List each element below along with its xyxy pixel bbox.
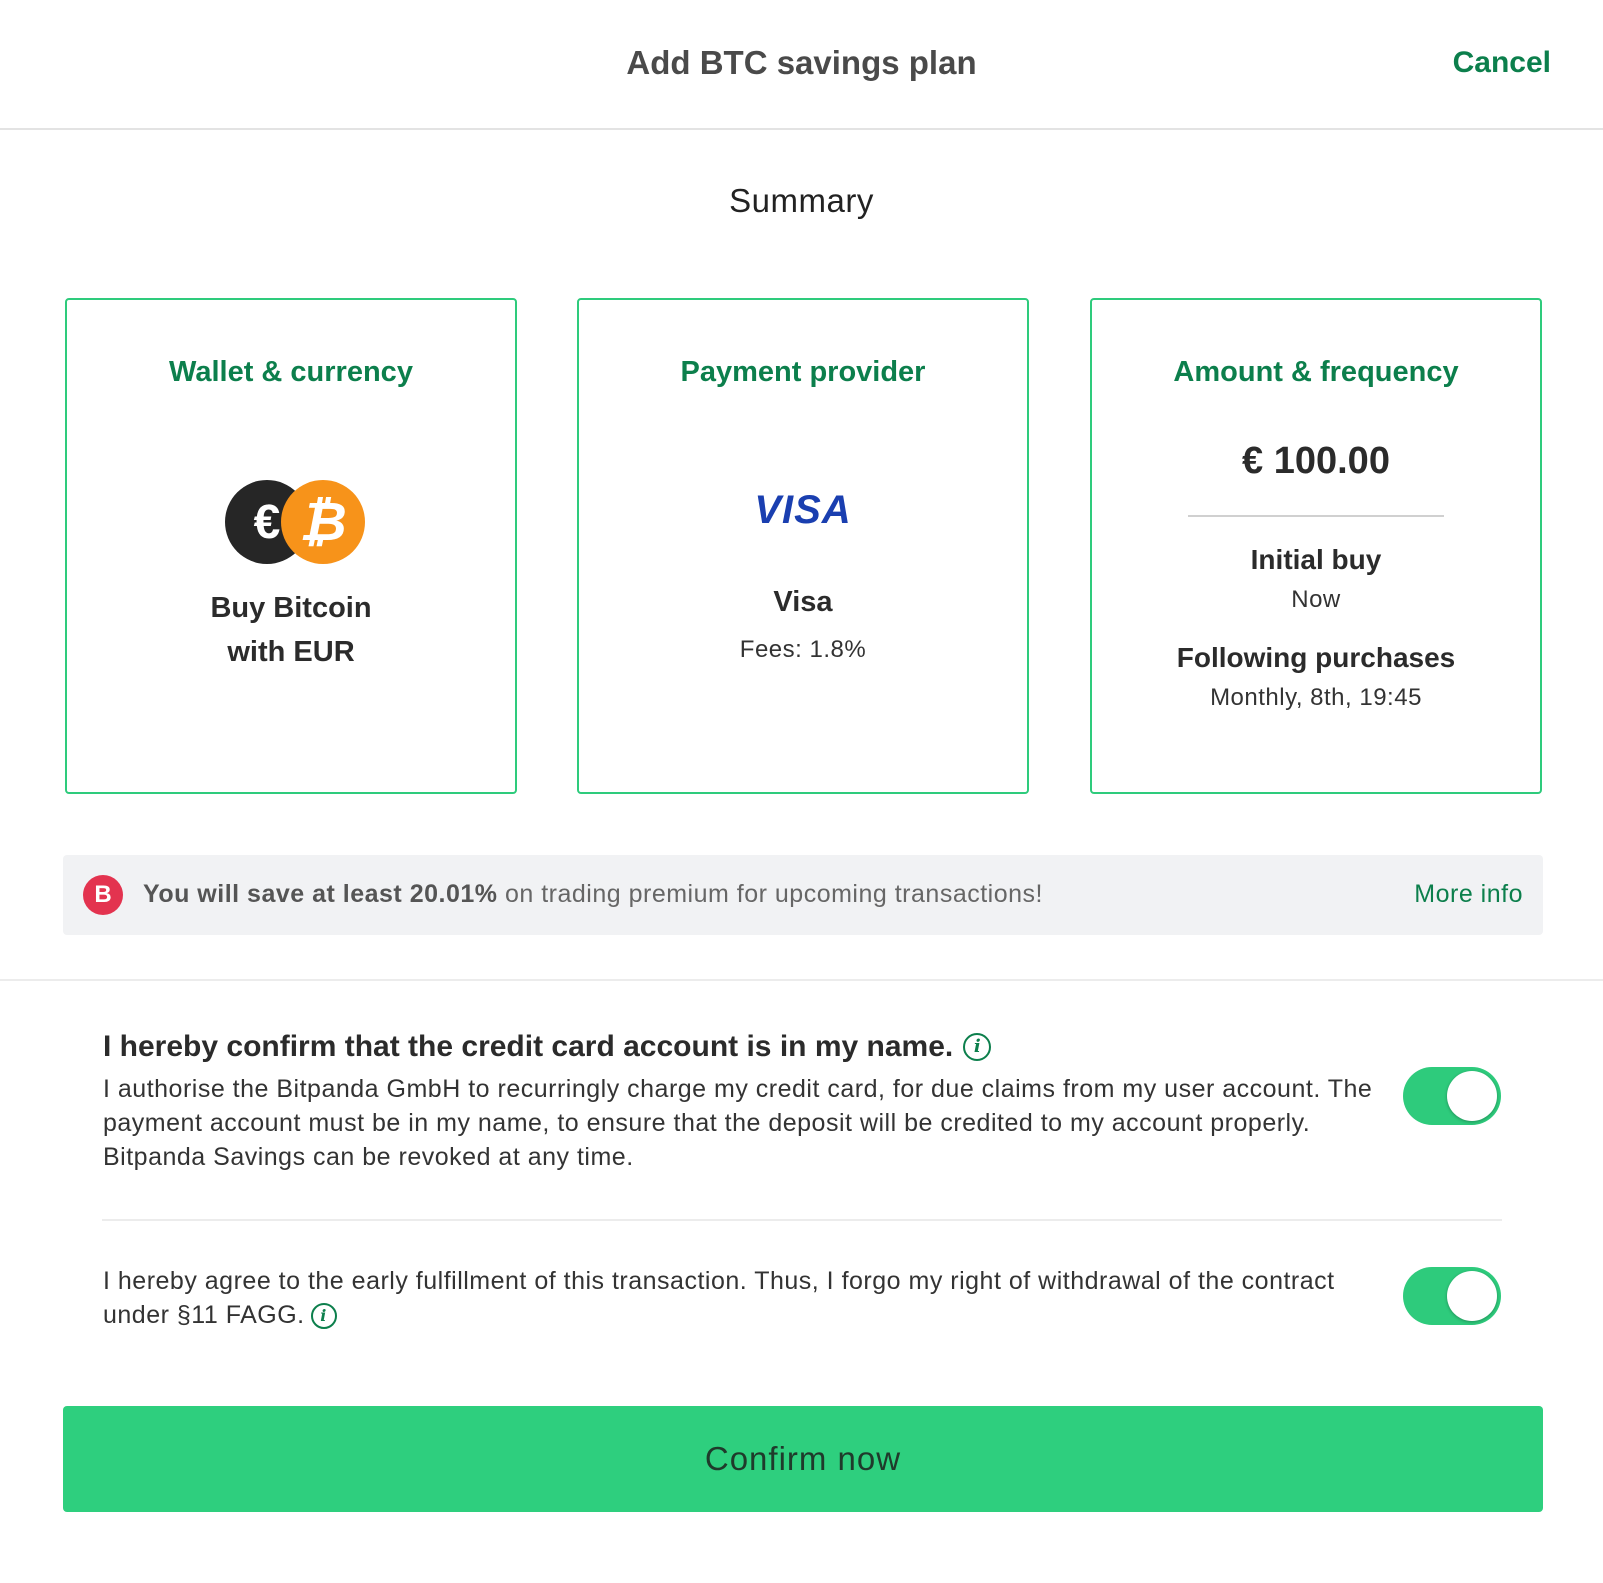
- amount-value: € 100.00: [1242, 440, 1390, 482]
- consent-divider: [102, 1219, 1502, 1221]
- page-title: Add BTC savings plan: [626, 44, 977, 81]
- visa-logo-icon: VISA: [754, 488, 852, 532]
- early-fulfillment-toggle[interactable]: [1403, 1267, 1501, 1325]
- payment-card-title: Payment provider: [680, 356, 926, 388]
- wallet-card-title: Wallet & currency: [169, 356, 413, 388]
- payment-provider-card[interactable]: Payment provider VISA Visa Fees: 1.8%: [577, 298, 1029, 794]
- savings-message: You will save at least 20.01% on trading…: [143, 880, 1043, 909]
- following-purchases-value: Monthly, 8th, 19:45: [1210, 684, 1422, 711]
- provider-name: Visa: [773, 586, 833, 618]
- initial-buy-value: Now: [1291, 586, 1341, 613]
- provider-fees: Fees: 1.8%: [739, 636, 867, 663]
- following-purchases-label: Following purchases: [1176, 642, 1456, 673]
- amount-card-title: Amount & frequency: [1173, 356, 1459, 388]
- savings-highlight: You will save at least 20.01%: [143, 880, 498, 908]
- card-ownership-title-text: I hereby confirm that the credit card ac…: [103, 1030, 954, 1063]
- toggle-knob: [1447, 1271, 1497, 1321]
- more-info-link[interactable]: More info: [1414, 880, 1523, 909]
- amount-divider: [1188, 515, 1444, 517]
- early-fulfillment-text: I hereby agree to the early fulfillment …: [103, 1264, 1363, 1332]
- confirm-now-button[interactable]: Confirm now: [63, 1406, 1543, 1512]
- wallet-line1: Buy Bitcoin: [210, 592, 372, 624]
- amount-frequency-card[interactable]: Amount & frequency € 100.00 Initial buy …: [1090, 298, 1542, 794]
- savings-text: on trading premium for upcoming transact…: [497, 880, 1043, 908]
- initial-buy-label: Initial buy: [1250, 544, 1382, 575]
- wallet-line2: with EUR: [227, 636, 355, 668]
- card-ownership-text: I authorise the Bitpanda GmbH to recurri…: [103, 1075, 1373, 1171]
- info-icon[interactable]: i: [310, 1303, 337, 1329]
- toggle-knob: [1447, 1071, 1497, 1121]
- summary-heading: Summary: [729, 182, 874, 219]
- wallet-description: Buy Bitcoin with EUR: [67, 586, 515, 674]
- bitcoin-coin-icon: ₿: [281, 480, 365, 564]
- early-fulfillment-body: I hereby agree to the early fulfillment …: [103, 1267, 1335, 1329]
- wallet-currency-card[interactable]: Wallet & currency € ₿ Buy Bitcoin with E…: [65, 298, 517, 794]
- bitpanda-best-icon: B: [83, 875, 123, 915]
- currency-pair-icon: € ₿: [225, 480, 365, 566]
- savings-banner: B You will save at least 20.01% on tradi…: [63, 855, 1543, 935]
- card-ownership-toggle[interactable]: [1403, 1067, 1501, 1125]
- header: Add BTC savings plan Cancel: [0, 0, 1603, 130]
- card-ownership-title: I hereby confirm that the credit card ac…: [103, 1030, 992, 1064]
- section-divider: [0, 979, 1603, 981]
- info-icon[interactable]: i: [963, 1033, 992, 1061]
- cancel-button[interactable]: Cancel: [1453, 46, 1551, 80]
